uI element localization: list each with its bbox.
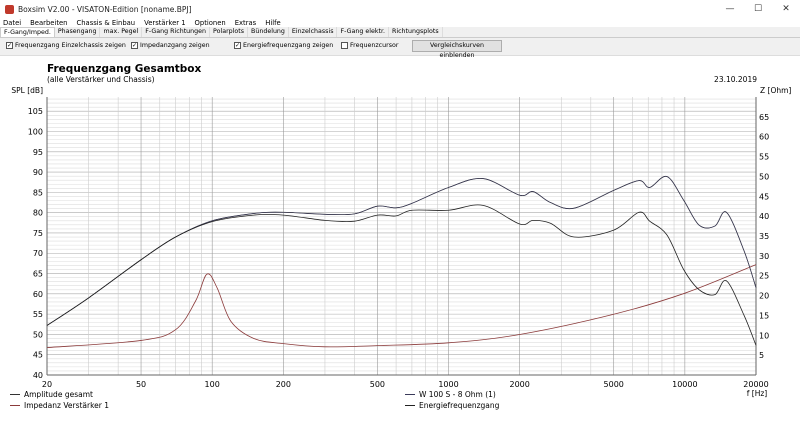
menu-optionen[interactable]: Optionen	[195, 19, 226, 27]
maximize-button[interactable]: ☐	[744, 0, 772, 18]
compare-curves-button[interactable]: Vergleichskurven einblenden	[412, 40, 502, 59]
y2-tick-label: 15	[759, 311, 769, 320]
app-icon	[5, 4, 14, 14]
y2-tick-label: 65	[759, 113, 769, 122]
y-tick-label: 105	[28, 107, 43, 116]
menu-verstaerker[interactable]: Verstärker 1	[144, 19, 185, 27]
y-tick-label: 85	[33, 188, 43, 197]
y-tick-label: 70	[33, 249, 43, 258]
checkbox-label: Energiefrequenzgang zeigen	[243, 42, 334, 49]
x-tick-label: 20000	[743, 380, 768, 389]
x-axis-label: f [Hz]	[747, 389, 768, 398]
checkbox-icon[interactable]: ✓	[6, 42, 13, 49]
y-tick-label: 90	[33, 168, 43, 177]
legend-label: Amplitude gesamt	[24, 390, 93, 399]
legend-label: Energiefrequenzgang	[419, 401, 500, 410]
x-tick-label: 20	[42, 380, 52, 389]
checkbox-label: Impedanzgang zeigen	[140, 42, 210, 49]
tab-bar: F-Gang/Imped. Phasengang max. Pegel F-Ga…	[0, 27, 800, 38]
y2-tick-label: 55	[759, 153, 769, 162]
y2-tick-label: 40	[759, 212, 769, 221]
y2-tick-label: 25	[759, 272, 769, 281]
y-tick-label: 75	[33, 229, 43, 238]
minimize-button[interactable]: —	[716, 0, 744, 18]
tab-einzelchassis[interactable]: Einzelchassis	[289, 27, 338, 37]
x-tick-label: 200	[276, 380, 291, 389]
y-axis-label: SPL [dB]	[11, 86, 43, 95]
chart-date: 23.10.2019	[714, 75, 757, 84]
tab-polarplots[interactable]: Polarplots	[210, 27, 249, 37]
legend-label: W 100 S - 8 Ohm (1)	[419, 390, 496, 399]
tab-buendelung[interactable]: Bündelung	[248, 27, 289, 37]
y-tick-label: 80	[33, 209, 43, 218]
y2-tick-label: 50	[759, 172, 769, 181]
chart-title: Frequenzgang Gesamtbox	[47, 63, 202, 75]
y-tick-label: 60	[33, 290, 43, 299]
x-tick-label: 100	[205, 380, 220, 389]
y2-tick-label: 35	[759, 232, 769, 241]
checkbox-icon[interactable]: ✓	[131, 42, 138, 49]
y2-tick-label: 20	[759, 292, 769, 301]
checkbox-icon[interactable]: ✓	[234, 42, 241, 49]
y2-tick-label: 5	[759, 351, 764, 360]
tab-max-pegel[interactable]: max. Pegel	[100, 27, 143, 37]
checkbox-icon[interactable]	[341, 42, 348, 49]
checkbox-energie[interactable]: ✓ Energiefrequenzgang zeigen	[234, 42, 333, 49]
menu-chassis-einbau[interactable]: Chassis & Einbau	[76, 19, 135, 27]
menu-bearbeiten[interactable]: Bearbeiten	[30, 19, 67, 27]
y2-tick-label: 45	[759, 192, 769, 201]
x-tick-label: 50	[136, 380, 146, 389]
x-tick-label: 1000	[438, 380, 458, 389]
y-tick-label: 55	[33, 310, 43, 319]
checkbox-label: Frequenzgang Einzelchassis zeigen	[15, 42, 126, 49]
menu-extras[interactable]: Extras	[235, 19, 256, 27]
x-tick-label: 10000	[672, 380, 697, 389]
tab-fgang-richtungen[interactable]: F-Gang Richtungen	[142, 27, 211, 37]
y2-tick-label: 30	[759, 252, 769, 261]
checkbox-frequenzcursor[interactable]: Frequenzcursor	[341, 42, 398, 49]
title-bar: Boxsim V2.00 - VISATON-Edition [noname.B…	[0, 0, 800, 18]
frequency-response-chart: Frequenzgang Gesamtbox (alle Verstärker …	[10, 63, 791, 410]
x-tick-label: 2000	[509, 380, 529, 389]
y-tick-label: 65	[33, 270, 43, 279]
tab-phasengang[interactable]: Phasengang	[55, 27, 101, 37]
x-tick-label: 500	[370, 380, 385, 389]
menu-hilfe[interactable]: Hilfe	[265, 19, 280, 27]
tab-fgang-elektr[interactable]: F-Gang elektr.	[337, 27, 389, 37]
y-tick-label: 100	[28, 127, 43, 136]
checkbox-impedanz[interactable]: ✓ Impedanzgang zeigen	[131, 42, 210, 49]
y-tick-label: 95	[33, 148, 43, 157]
tab-richtungsplots[interactable]: Richtungsplots	[389, 27, 443, 37]
y-tick-label: 50	[33, 330, 43, 339]
window-title: Boxsim V2.00 - VISATON-Edition [noname.B…	[18, 4, 192, 14]
x-tick-label: 5000	[604, 380, 624, 389]
checkbox-label: Frequenzcursor	[350, 42, 399, 49]
y-tick-label: 45	[33, 351, 43, 360]
close-button[interactable]: ✕	[772, 0, 800, 18]
tab-fgang-imped[interactable]: F-Gang/Imped.	[0, 27, 55, 37]
y2-tick-label: 10	[759, 331, 769, 340]
y2-axis-label: Z [Ohm]	[760, 86, 791, 95]
chart-subtitle: (alle Verstärker und Chassis)	[47, 75, 155, 84]
curve-energiefrequenzgang	[46, 204, 757, 346]
legend-label: Impedanz Verstärker 1	[24, 401, 109, 410]
y-tick-label: 40	[33, 371, 43, 380]
y2-tick-label: 60	[759, 133, 769, 142]
menu-datei[interactable]: Datei	[3, 19, 21, 27]
options-bar: ✓ Frequenzgang Einzelchassis zeigen ✓ Impe…	[0, 38, 800, 59]
checkbox-einzelchassis[interactable]: ✓ Frequenzgang Einzelchassis zeigen	[6, 42, 126, 49]
